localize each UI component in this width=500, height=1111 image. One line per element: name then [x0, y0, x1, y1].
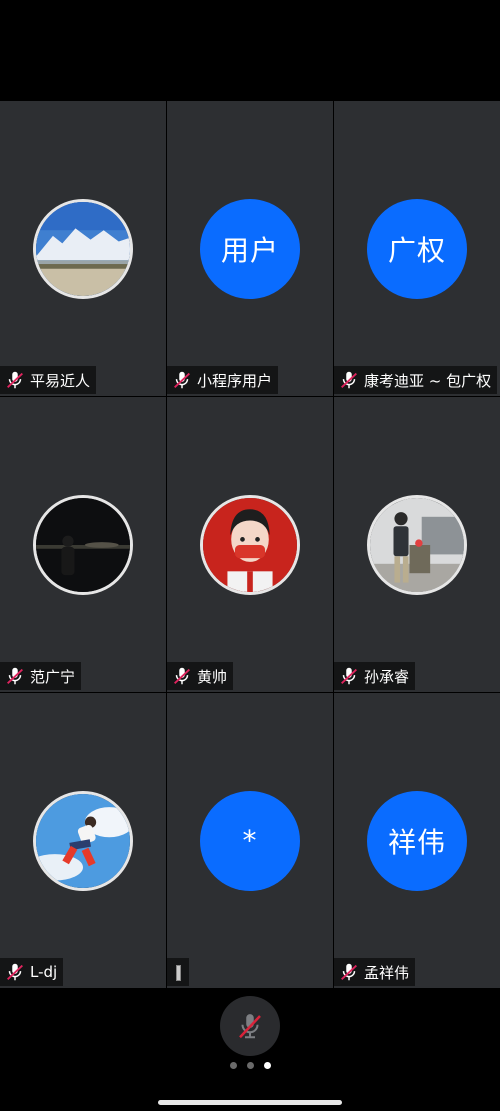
- page-dot[interactable]: [229, 1062, 237, 1069]
- participant-name-bar: 孙承睿: [334, 662, 416, 690]
- avatar: [33, 198, 133, 299]
- participant-grid: 平易近人 用户 小程序用户 广权 康考迪亚 ~ 包广权 范广宁 黄帅 孙承睿 L…: [0, 101, 500, 989]
- bottom-control-bar: [0, 989, 500, 1111]
- participant-name-bar: 小程序用户: [167, 366, 279, 394]
- page-dot[interactable]: [246, 1062, 254, 1069]
- mic-muted-icon: [171, 369, 193, 391]
- avatar: *: [200, 790, 300, 891]
- participant-tile[interactable]: 范广宁: [0, 397, 166, 692]
- avatar: 广权: [367, 198, 467, 299]
- participant-name-bar: 黄帅: [167, 662, 234, 690]
- mic-muted-icon: [338, 369, 360, 391]
- participant-tile[interactable]: 用户 小程序用户: [167, 101, 333, 396]
- mic-muted-icon: [4, 369, 26, 391]
- mic-muted-icon: [171, 665, 193, 687]
- avatar: [33, 494, 133, 595]
- participant-name-bar: 康考迪亚 ~ 包广权: [334, 366, 498, 394]
- participant-name-bar: [167, 958, 189, 986]
- page-indicator: [0, 1062, 500, 1069]
- mic-muted-icon: [239, 1014, 261, 1039]
- participant-name-bar: L-dj: [0, 958, 64, 986]
- participant-name: L-dj: [30, 963, 58, 981]
- mic-muted-icon: [4, 961, 26, 983]
- avatar: [33, 790, 133, 891]
- page-dot-active[interactable]: [263, 1062, 271, 1069]
- participant-name: 康考迪亚 ~ 包广权: [364, 371, 492, 390]
- participant-tile[interactable]: 祥伟 孟祥伟: [334, 693, 500, 988]
- avatar: 用户: [200, 198, 300, 299]
- status-icon: [176, 965, 181, 981]
- home-indicator[interactable]: [158, 1100, 342, 1105]
- mic-muted-icon: [4, 665, 26, 687]
- participant-name-bar: 平易近人: [0, 366, 97, 394]
- participant-name: 孟祥伟: [364, 963, 410, 982]
- top-bar: [0, 0, 500, 101]
- participant-name: 黄帅: [197, 667, 228, 686]
- participant-name-bar: 范广宁: [0, 662, 82, 690]
- participant-name-bar: 孟祥伟: [334, 958, 416, 986]
- participant-tile[interactable]: 平易近人: [0, 101, 166, 396]
- participant-name: 孙承睿: [364, 667, 410, 686]
- avatar: [367, 494, 467, 595]
- avatar: 祥伟: [367, 790, 467, 891]
- participant-name: 范广宁: [30, 667, 76, 686]
- participant-tile[interactable]: 广权 康考迪亚 ~ 包广权: [334, 101, 500, 396]
- mic-muted-icon: [338, 961, 360, 983]
- participant-tile[interactable]: 孙承睿: [334, 397, 500, 692]
- participant-name: 平易近人: [30, 371, 91, 390]
- participant-tile[interactable]: L-dj: [0, 693, 166, 988]
- participant-tile[interactable]: *: [167, 693, 333, 988]
- mic-muted-icon: [338, 665, 360, 687]
- avatar: [200, 494, 300, 595]
- participant-name: 小程序用户: [197, 371, 273, 390]
- mute-toggle-button[interactable]: [220, 996, 280, 1056]
- participant-tile[interactable]: 黄帅: [167, 397, 333, 692]
